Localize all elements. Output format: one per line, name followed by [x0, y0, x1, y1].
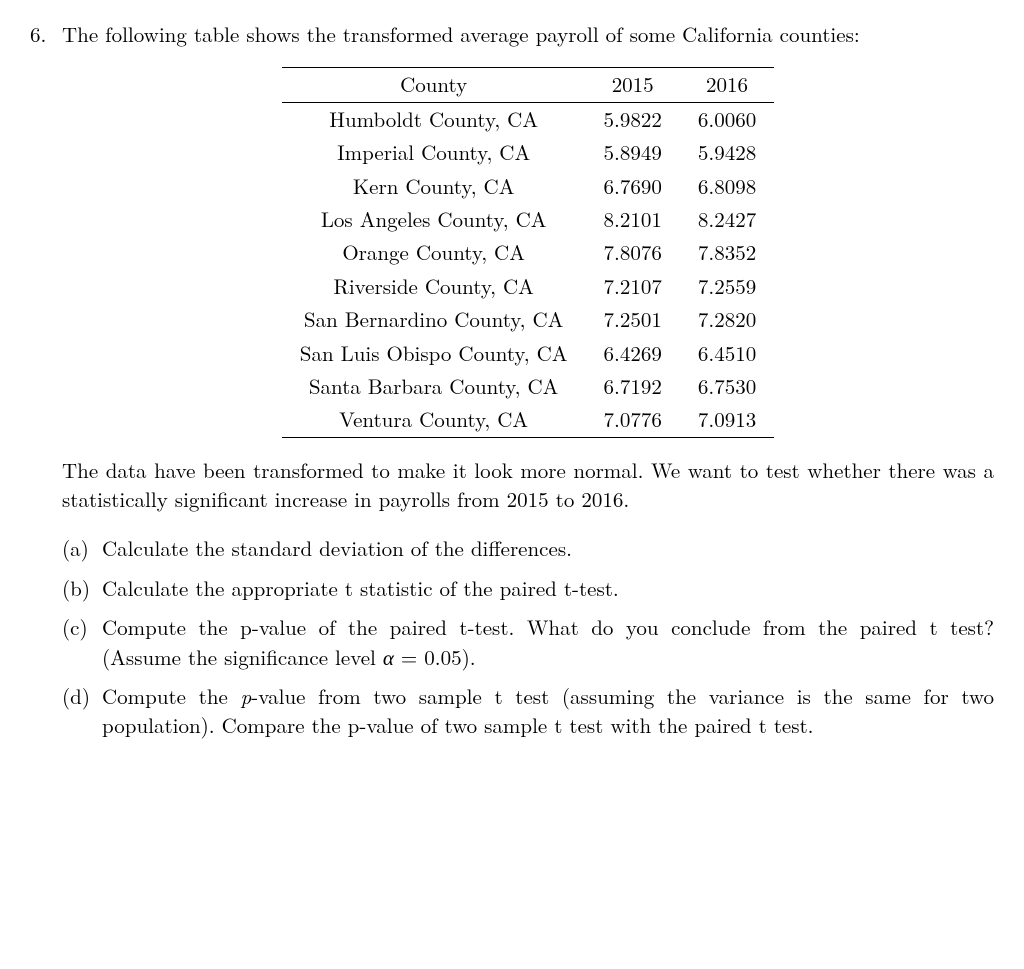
table-row: Orange County, CA7.80767.8352 [282, 236, 774, 269]
cell-county: Ventura County, CA [282, 403, 586, 437]
part-b-label: (b) [62, 574, 94, 603]
cell-2015: 7.8076 [586, 236, 680, 269]
table-row: San Bernardino County, CA7.25017.2820 [282, 303, 774, 336]
p-symbol: p [240, 681, 251, 711]
part-a: (a) Calculate the standard deviation of … [62, 534, 994, 563]
part-b: (b) Calculate the appropriate t statisti… [62, 574, 994, 603]
cell-2016: 7.8352 [680, 236, 774, 269]
table-header-row: County 2015 2016 [282, 68, 774, 102]
cell-2016: 6.7530 [680, 370, 774, 403]
header-county: County [282, 68, 586, 102]
cell-2016: 6.4510 [680, 337, 774, 370]
cell-county: San Luis Obispo County, CA [282, 337, 586, 370]
table-row: Los Angeles County, CA8.21018.2427 [282, 203, 774, 236]
cell-2016: 6.0060 [680, 102, 774, 136]
part-b-text: Calculate the appropriate t statistic of… [102, 574, 994, 603]
payroll-table: County 2015 2016 Humboldt County, CA5.98… [282, 67, 774, 437]
cell-county: Riverside County, CA [282, 270, 586, 303]
cell-2016: 7.2820 [680, 303, 774, 336]
table-row: Ventura County, CA7.07767.0913 [282, 403, 774, 437]
table-body: Humboldt County, CA5.98226.0060Imperial … [282, 102, 774, 437]
cell-2015: 7.2107 [586, 270, 680, 303]
cell-2015: 7.0776 [586, 403, 680, 437]
part-d-before: Compute the [102, 681, 240, 711]
cell-2015: 6.7690 [586, 170, 680, 203]
part-c: (c) Compute the p-value of the paired t-… [62, 613, 994, 672]
table-row: Kern County, CA6.76906.8098 [282, 170, 774, 203]
part-d-text: Compute the p-value from two sample t te… [102, 682, 994, 741]
cell-2015: 7.2501 [586, 303, 680, 336]
table-row: Humboldt County, CA5.98226.0060 [282, 102, 774, 136]
alpha-symbol: α [383, 642, 394, 672]
part-c-text: Compute the p-value of the paired t-test… [102, 613, 994, 672]
cell-2016: 7.0913 [680, 403, 774, 437]
part-a-text: Calculate the standard deviation of the … [102, 534, 994, 563]
part-c-before: Compute the p-value of the paired t-test… [102, 612, 994, 671]
problem-6: 6. The following table shows the transfo… [30, 20, 994, 751]
cell-county: San Bernardino County, CA [282, 303, 586, 336]
cell-2016: 8.2427 [680, 203, 774, 236]
cell-county: Kern County, CA [282, 170, 586, 203]
table-row: Riverside County, CA7.21077.2559 [282, 270, 774, 303]
cell-2015: 5.9822 [586, 102, 680, 136]
cell-county: Santa Barbara County, CA [282, 370, 586, 403]
header-2015: 2015 [586, 68, 680, 102]
cell-county: Humboldt County, CA [282, 102, 586, 136]
table-row: San Luis Obispo County, CA6.42696.4510 [282, 337, 774, 370]
table-row: Santa Barbara County, CA6.71926.7530 [282, 370, 774, 403]
part-d-label: (d) [62, 682, 94, 741]
cell-county: Imperial County, CA [282, 136, 586, 169]
problem-body: The following table shows the transforme… [62, 20, 994, 751]
part-c-label: (c) [62, 613, 94, 672]
cell-2015: 5.8949 [586, 136, 680, 169]
cell-2015: 8.2101 [586, 203, 680, 236]
cell-2016: 7.2559 [680, 270, 774, 303]
sub-parts: (a) Calculate the standard deviation of … [62, 534, 994, 740]
header-2016: 2016 [680, 68, 774, 102]
part-c-after: = 0.05). [394, 642, 476, 672]
cell-county: Orange County, CA [282, 236, 586, 269]
intro-text: The following table shows the transforme… [62, 20, 994, 49]
problem-number: 6. [30, 20, 52, 751]
cell-2015: 6.7192 [586, 370, 680, 403]
cell-2015: 6.4269 [586, 337, 680, 370]
cell-county: Los Angeles County, CA [282, 203, 586, 236]
cell-2016: 5.9428 [680, 136, 774, 169]
part-d: (d) Compute the p-value from two sample … [62, 682, 994, 741]
cell-2016: 6.8098 [680, 170, 774, 203]
part-a-label: (a) [62, 534, 94, 563]
middle-text: The data have been transformed to make i… [62, 456, 994, 515]
table-row: Imperial County, CA5.89495.9428 [282, 136, 774, 169]
